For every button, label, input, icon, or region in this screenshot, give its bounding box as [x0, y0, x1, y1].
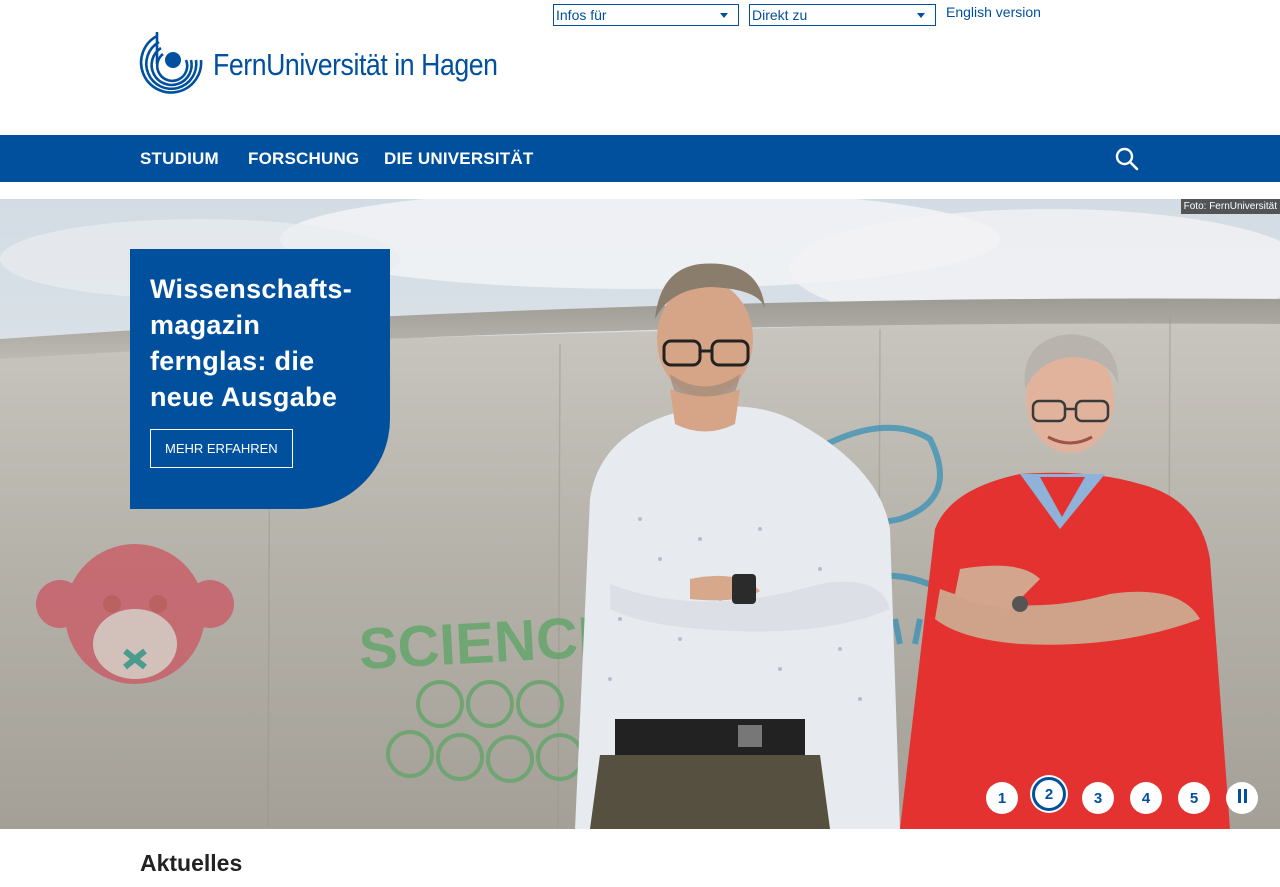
slide-dot-4[interactable]: 4 [1130, 782, 1162, 814]
section-title-aktuelles: Aktuelles [140, 850, 243, 876]
infos-fuer-select[interactable]: Infos für [553, 4, 739, 26]
dropdown-arrow-icon [714, 7, 734, 23]
slide-dot-1[interactable]: 1 [986, 782, 1018, 814]
hero-teaser-box: Wissenschafts-magazin fernglas: die neue… [130, 249, 390, 509]
search-button[interactable] [1114, 146, 1140, 172]
slide-dot-5[interactable]: 5 [1178, 782, 1210, 814]
search-icon [1115, 147, 1139, 171]
direkt-zu-select[interactable]: Direkt zu [749, 4, 936, 26]
science-graffiti: SCIENCE [357, 604, 618, 682]
slide-dot-2[interactable]: 2 [1032, 777, 1066, 811]
site-header: FernUniversität in Hagen Infos für Direk… [0, 0, 1280, 135]
direkt-zu-value: Direkt zu [752, 7, 808, 23]
photo-credit: Foto: FernUniversität [1180, 199, 1280, 214]
logo-text: FernUniversität in Hagen [213, 47, 498, 82]
fernuni-logo-icon [139, 32, 203, 94]
english-version-link[interactable]: English version [946, 4, 1041, 20]
nav-item-studium[interactable]: STUDIUM [140, 149, 219, 169]
slider-pause-button[interactable] [1226, 782, 1258, 814]
mehr-erfahren-button[interactable]: MEHR ERFAHREN [150, 429, 293, 468]
nav-item-forschung[interactable]: FORSCHUNG [248, 149, 359, 169]
slider-pagination: 1 2 3 4 5 [0, 777, 1280, 816]
teaser-title: Wissenschafts-magazin fernglas: die neue… [150, 274, 353, 412]
hero-slider: SCIENCE Foto: FernUniversität Wissenscha… [0, 199, 1280, 829]
infos-fuer-value: Infos für [556, 7, 607, 23]
pause-icon [1236, 789, 1248, 807]
slide-dot-3[interactable]: 3 [1082, 782, 1114, 814]
main-navigation: STUDIUM FORSCHUNG DIE UNIVERSITÄT [0, 135, 1280, 182]
nav-item-universitaet[interactable]: DIE UNIVERSITÄT [384, 149, 533, 169]
dropdown-arrow-icon [911, 7, 931, 23]
university-logo[interactable]: FernUniversität in Hagen [135, 30, 544, 100]
